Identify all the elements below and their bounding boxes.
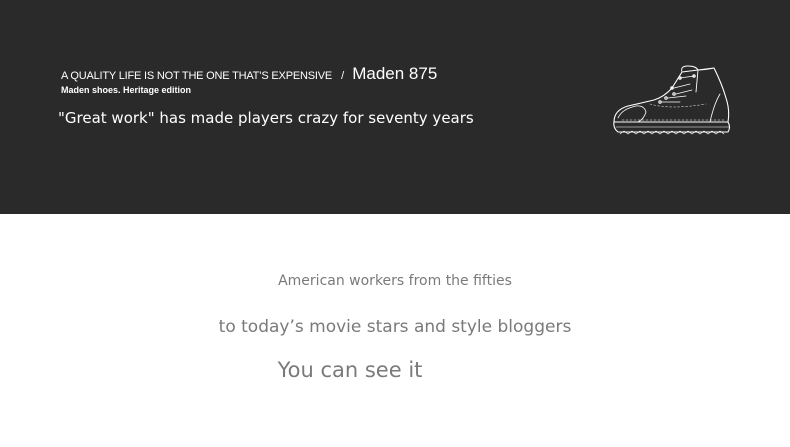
- tagline-row: A QUALITY LIFE IS NOT THE ONE THAT’S EXP…: [61, 64, 437, 84]
- hero-banner: A QUALITY LIFE IS NOT THE ONE THAT’S EXP…: [0, 0, 790, 214]
- story-line-3: You can see it: [277, 358, 423, 382]
- story-line-1: American workers from the fifties: [278, 273, 512, 289]
- hero-quote: "Great work" has made players crazy for …: [58, 109, 474, 127]
- product-model: Maden 875: [352, 64, 438, 83]
- edition-subtitle: Maden shoes. Heritage edition: [61, 85, 192, 95]
- tagline: A QUALITY LIFE IS NOT THE ONE THAT’S EXP…: [61, 70, 332, 82]
- story-line-2: to today’s movie stars and style blogger…: [218, 317, 572, 337]
- tagline-separator: /: [341, 70, 345, 82]
- boot-sketch-icon: [613, 65, 731, 135]
